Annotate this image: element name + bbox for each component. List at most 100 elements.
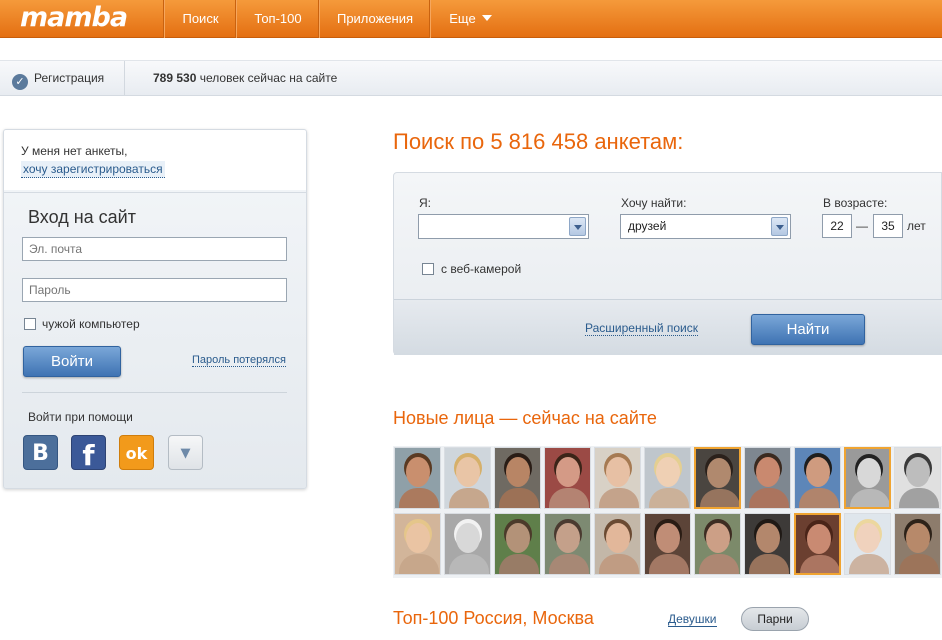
- photo-shoulders: [599, 488, 639, 508]
- want-select[interactable]: друзей: [620, 214, 791, 239]
- profile-photo[interactable]: [794, 513, 841, 575]
- photo-shoulders: [699, 554, 739, 574]
- photo-face: [556, 523, 580, 553]
- webcam-checkbox[interactable]: с веб-камерой: [422, 262, 521, 276]
- profile-photo[interactable]: [544, 513, 591, 575]
- profile-photo[interactable]: [894, 447, 941, 509]
- registration-label: Регистрация: [34, 71, 105, 85]
- i-select[interactable]: [418, 214, 589, 239]
- nav-search[interactable]: Поиск: [164, 0, 236, 38]
- photo-shoulders: [850, 489, 889, 507]
- photo-face: [406, 523, 430, 553]
- search-title: Поиск по 5 816 458 анкетам:: [393, 129, 684, 154]
- photo-shoulders: [700, 489, 739, 507]
- forgot-password-link[interactable]: Пароль потерялся: [192, 354, 286, 367]
- want-label: Хочу найти:: [621, 196, 687, 210]
- photo-face: [807, 524, 831, 554]
- nav-apps-label: Приложения: [336, 11, 414, 26]
- mamba-logo[interactable]: mamba: [20, 2, 128, 33]
- photo-shoulders: [649, 488, 689, 508]
- search-form: Я: Хочу найти: друзей В возрасте: 22 — 3…: [393, 172, 942, 355]
- online-text: человек сейчас на сайте: [199, 71, 338, 85]
- chevron-down-icon: [481, 15, 492, 21]
- profile-photo[interactable]: [694, 513, 741, 575]
- profile-photo[interactable]: [594, 447, 641, 509]
- profile-photo[interactable]: [644, 513, 691, 575]
- photo-face: [756, 523, 780, 553]
- photo-shoulders: [449, 554, 489, 574]
- profile-photo[interactable]: [894, 513, 941, 575]
- advanced-search-link[interactable]: Расширенный поиск: [585, 321, 698, 336]
- new-faces-title: Новые лица — сейчас на сайте: [393, 408, 657, 428]
- nav-top100-label: Топ-100: [254, 11, 302, 26]
- photo-face: [756, 457, 780, 487]
- divider: [22, 392, 287, 393]
- photo-shoulders: [649, 554, 689, 574]
- photo-face: [706, 523, 730, 553]
- chevron-down-icon[interactable]: [569, 217, 586, 236]
- photo-shoulders: [849, 554, 889, 574]
- top100-girls-link[interactable]: Девушки: [668, 612, 717, 627]
- checkbox-icon[interactable]: [422, 263, 434, 275]
- odnoklassniki-icon[interactable]: ok: [119, 435, 154, 470]
- login-button[interactable]: Войти: [23, 346, 121, 377]
- profile-photo[interactable]: [844, 447, 891, 509]
- photo-shoulders: [549, 488, 589, 508]
- profile-photo[interactable]: [644, 447, 691, 509]
- profile-photo[interactable]: [394, 447, 441, 509]
- photo-face: [857, 458, 881, 488]
- photo-shoulders: [899, 554, 939, 574]
- profile-photo[interactable]: [444, 447, 491, 509]
- i-label: Я:: [419, 196, 431, 210]
- profile-photo[interactable]: [494, 447, 541, 509]
- foreign-computer-label: чужой компьютер: [42, 317, 140, 331]
- photo-shoulders: [399, 488, 439, 508]
- facebook-icon[interactable]: f: [71, 435, 106, 472]
- age-to-input[interactable]: 35: [873, 214, 903, 238]
- photo-shoulders: [599, 554, 639, 574]
- register-link[interactable]: хочу зарегистрироваться: [21, 161, 165, 178]
- nav-search-label: Поиск: [182, 11, 219, 26]
- top100-boys-button[interactable]: Парни: [741, 607, 809, 631]
- profile-photo[interactable]: [594, 513, 641, 575]
- nav-apps[interactable]: Приложения: [319, 0, 430, 38]
- photo-shoulders: [399, 554, 439, 574]
- photo-shoulders: [800, 555, 839, 573]
- age-from-input[interactable]: 22: [822, 214, 852, 238]
- nav-more-label: Еще: [449, 11, 476, 26]
- profile-photo[interactable]: [444, 513, 491, 575]
- social-login-label: Войти при помощи: [28, 410, 133, 424]
- email-field[interactable]: [22, 237, 287, 261]
- more-social-icon[interactable]: ▼: [168, 435, 203, 470]
- registration-link[interactable]: ✓ Регистрация: [12, 61, 126, 95]
- photo-face: [556, 457, 580, 487]
- password-field[interactable]: [22, 278, 287, 302]
- photo-face: [906, 523, 930, 553]
- photo-face: [456, 457, 480, 487]
- online-counter: 789 530 человек сейчас на сайте: [153, 61, 337, 95]
- find-button[interactable]: Найти: [751, 314, 865, 345]
- new-faces-grid: [393, 446, 942, 578]
- profile-photo[interactable]: [494, 513, 541, 575]
- foreign-computer-checkbox[interactable]: чужой компьютер: [24, 317, 140, 331]
- profile-photo[interactable]: [394, 513, 441, 575]
- profile-photo[interactable]: [744, 513, 791, 575]
- profile-photo[interactable]: [744, 447, 791, 509]
- nav-more[interactable]: Еще: [430, 0, 510, 38]
- photo-face: [656, 523, 680, 553]
- profile-photo[interactable]: [844, 513, 891, 575]
- photo-shoulders: [749, 554, 789, 574]
- webcam-label: с веб-камерой: [441, 262, 522, 276]
- profile-photo[interactable]: [694, 447, 741, 509]
- photo-face: [806, 457, 830, 487]
- nav-top100[interactable]: Топ-100: [236, 0, 319, 38]
- photo-shoulders: [899, 488, 939, 508]
- profile-photo[interactable]: [794, 447, 841, 509]
- photo-face: [856, 523, 880, 553]
- photo-shoulders: [499, 554, 539, 574]
- profile-photo[interactable]: [544, 447, 591, 509]
- checkbox-icon[interactable]: [24, 318, 36, 330]
- chevron-down-icon[interactable]: [771, 217, 788, 236]
- vk-icon[interactable]: B: [23, 435, 58, 470]
- photo-face: [606, 457, 630, 487]
